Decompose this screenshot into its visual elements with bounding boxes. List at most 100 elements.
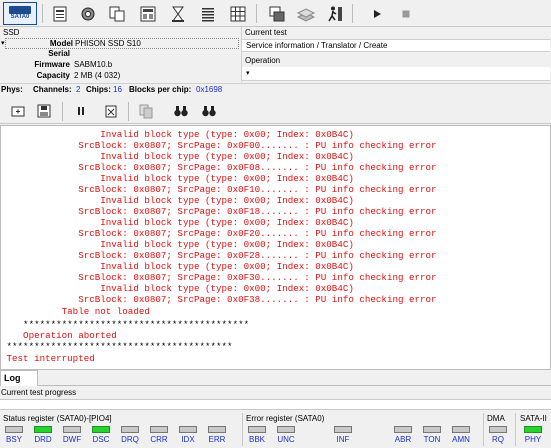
dma-register-title: DMA [487, 414, 505, 423]
copy-button[interactable] [106, 2, 128, 25]
play-icon [374, 9, 381, 18]
log-line: SrcBlock: 0x0807; SrcPage: 0x0F08.......… [1, 162, 437, 173]
sata-port-button[interactable]: SATA0 [3, 2, 37, 25]
flag-bsy: BSY [5, 435, 22, 444]
flag-phy: PHY [524, 435, 542, 444]
log-line: SrcBlock: 0x0807; SrcPage: 0x0F10.......… [1, 184, 437, 195]
log-line: SrcBlock: 0x0807; SrcPage: 0x0F20.......… [1, 228, 437, 239]
operation-label: Operation [245, 56, 281, 65]
firmware-value: SABM10.b [74, 60, 113, 69]
blocks-per-chip-value: 0x1698 [196, 85, 223, 94]
model-value: PHISON SSD S10 [75, 39, 141, 48]
capacity-value: 2 MB (4 032) [74, 71, 121, 80]
serial-row: Serial [0, 49, 240, 60]
log-line: Test interrupted [1, 353, 95, 364]
log-line: SrcBlock: 0x0807; SrcPage: 0x0F18.......… [1, 206, 437, 217]
copy-log-button[interactable] [136, 101, 156, 121]
toolbar-separator [256, 4, 257, 23]
log-line: Invalid block type (type: 0x00; Index: 0… [1, 283, 354, 294]
led-drd [34, 426, 52, 433]
flag-abr: ABR [394, 435, 412, 444]
log-output[interactable]: Invalid block type (type: 0x00; Index: 0… [0, 125, 551, 370]
led-crr [150, 426, 168, 433]
play-button[interactable] [367, 2, 387, 25]
current-test-panel: Current test Service information / Trans… [241, 27, 551, 82]
windows-icon [269, 6, 285, 21]
chips-value: 16 [113, 85, 122, 94]
phys-label: Phys: [1, 85, 23, 94]
person-run-icon [328, 6, 342, 21]
flag-amn: AMN [452, 435, 470, 444]
grid-icon [230, 6, 246, 21]
led-idx [179, 426, 197, 433]
log-line: Invalid block type (type: 0x00; Index: 0… [1, 151, 354, 162]
operation-select[interactable]: ▾ [242, 67, 550, 81]
led-ton [423, 426, 441, 433]
sata-register-title: SATA-II [520, 414, 547, 423]
open-log-button[interactable] [8, 101, 28, 121]
stack-button[interactable] [294, 2, 318, 25]
windows-button[interactable] [266, 2, 288, 25]
led-inf [334, 426, 352, 433]
sata-port-icon [9, 6, 31, 14]
log-separator-line: ****************************************… [1, 341, 233, 352]
model-label: Model [49, 39, 73, 48]
binoculars-icon [202, 106, 216, 117]
chevron-down-icon: ▾ [246, 70, 250, 77]
grid-button[interactable] [227, 2, 249, 25]
flag-drd: DRD [34, 435, 52, 444]
flag-inf: INF [336, 435, 350, 444]
log-line: Invalid block type (type: 0x00; Index: 0… [1, 217, 354, 228]
register-separator [515, 413, 516, 446]
tab-bar: Log [0, 370, 551, 386]
phys-info-row: Phys: Channels: 2 Chips: 16 Blocks per c… [0, 83, 551, 95]
list-button[interactable] [197, 2, 219, 25]
flag-bbk: BBK [248, 435, 265, 444]
led-err [208, 426, 226, 433]
save-icon [37, 104, 51, 118]
toolbar-separator [42, 4, 43, 23]
clear-log-button[interactable] [101, 101, 121, 121]
error-register-title: Error register (SATA0) [246, 414, 325, 423]
led-phy [524, 426, 542, 433]
exit-button[interactable] [324, 2, 346, 25]
capacity-label: Capacity [36, 71, 70, 80]
find-next-button[interactable] [199, 101, 219, 121]
hourglass-icon [172, 6, 184, 22]
stop-icon [402, 10, 410, 17]
led-dwf [63, 426, 81, 433]
list-icon [202, 7, 214, 21]
log-line: Invalid block type (type: 0x00; Index: 0… [1, 239, 354, 250]
model-row[interactable]: Model PHISON SSD S10 [5, 38, 239, 49]
log-line: SrcBlock: 0x0807; SrcPage: 0x0F28.......… [1, 250, 437, 261]
collapse-arrow-icon[interactable]: ▾ [1, 39, 5, 47]
stop-button[interactable] [396, 2, 416, 25]
tab-log[interactable]: Log [0, 370, 38, 386]
current-test-label: Current test [245, 28, 287, 37]
save-log-button[interactable] [34, 101, 54, 121]
sata-port-label: SATA0 [10, 14, 30, 20]
progress-label: Current test progress [1, 388, 77, 397]
settings-icon [81, 7, 95, 20]
drive-info-button[interactable] [49, 2, 71, 25]
clear-icon [105, 105, 117, 118]
log-line: SrcBlock: 0x0807; SrcPage: 0x0F00.......… [1, 140, 437, 151]
toolbar-separator [62, 102, 63, 121]
settings-button[interactable] [77, 2, 99, 25]
log-line: Invalid block type (type: 0x00; Index: 0… [1, 261, 354, 272]
led-drq [121, 426, 139, 433]
blocks-per-chip-label: Blocks per chip: [129, 85, 192, 94]
table-icon [140, 6, 156, 21]
log-separator-line: ****************************************… [1, 319, 250, 330]
copy-icon [139, 104, 153, 119]
progress-bar [0, 399, 551, 410]
stack-icon [296, 7, 316, 22]
ssd-title: SSD [3, 28, 20, 37]
table-button[interactable] [137, 2, 159, 25]
log-line: Operation aborted [1, 330, 117, 341]
log-toolbar [0, 98, 551, 124]
flag-unc: UNC [277, 435, 295, 444]
pause-button[interactable] [71, 101, 91, 121]
find-button[interactable] [171, 101, 191, 121]
timer-button[interactable] [167, 2, 189, 25]
